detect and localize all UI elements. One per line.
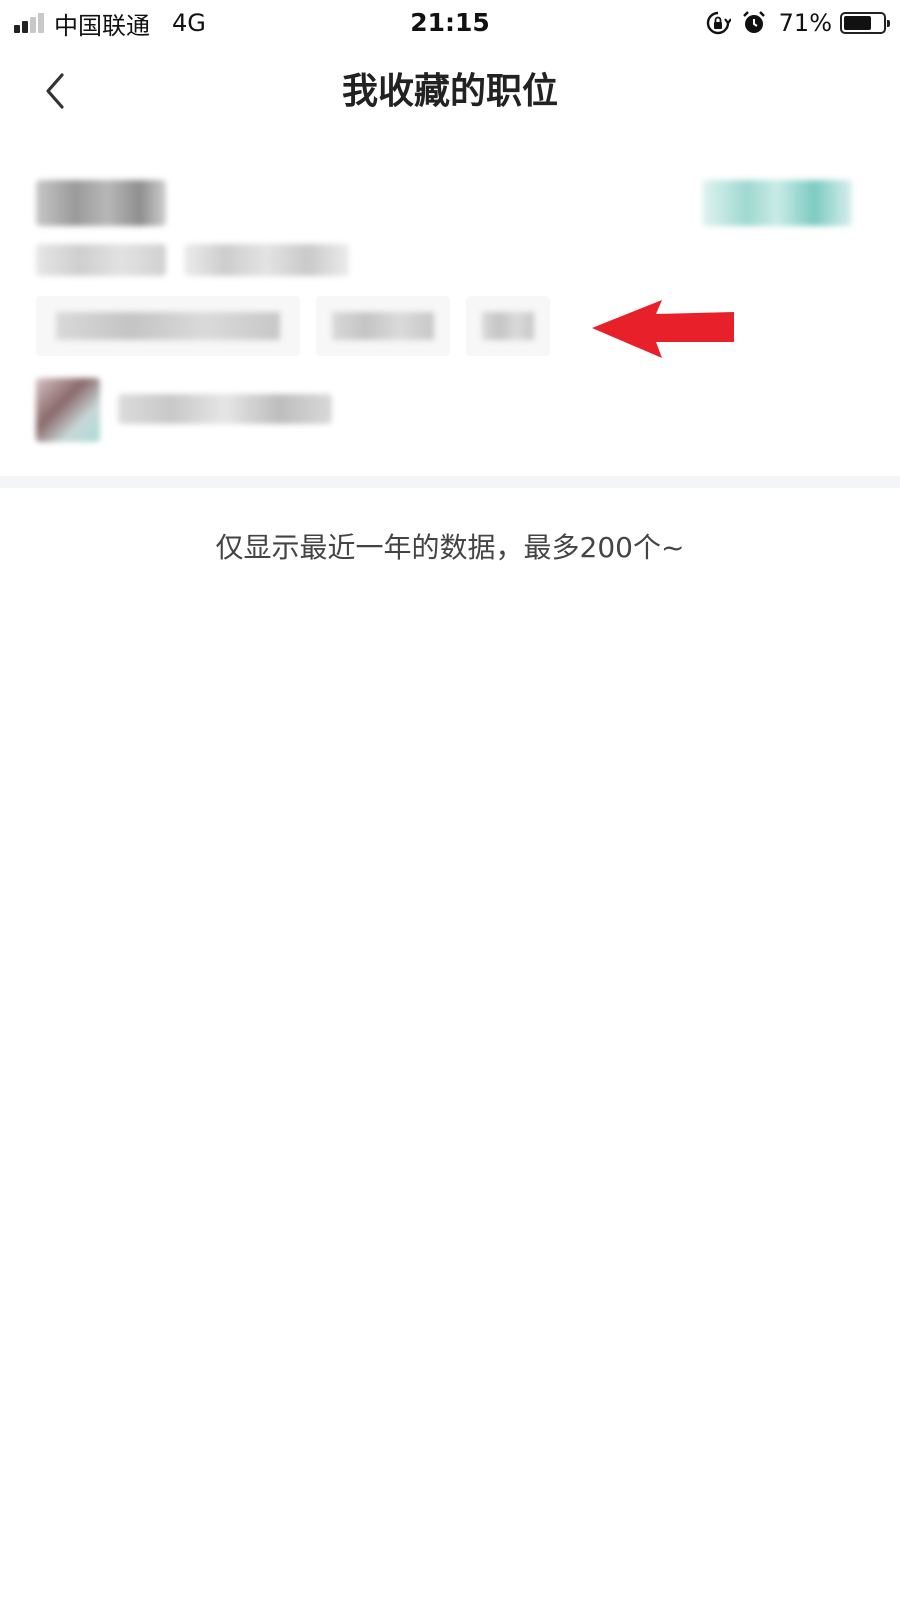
company-name-redacted — [36, 244, 166, 276]
saved-job-card[interactable] — [0, 160, 900, 460]
company-info-redacted — [184, 244, 349, 276]
page-title: 我收藏的职位 — [341, 71, 558, 112]
battery-percent: 71% — [778, 9, 832, 37]
section-divider — [0, 476, 900, 488]
status-bar: 中国联通 4G 21:15 71% — [0, 0, 900, 46]
alarm-icon — [742, 11, 765, 33]
job-tag-redacted — [316, 296, 450, 356]
recruiter-name-redacted — [118, 394, 332, 424]
battery-cap — [887, 20, 890, 27]
rotation-lock-icon — [706, 11, 731, 35]
red-arrow-left-icon — [592, 300, 734, 358]
job-tag-redacted — [466, 296, 550, 356]
job-tag-redacted — [36, 296, 300, 356]
battery-fill — [844, 16, 871, 30]
nav-bar: 我收藏的职位 — [0, 46, 900, 138]
list-limit-note: 仅显示最近一年的数据，最多200个~ — [215, 531, 685, 564]
job-salary-redacted — [702, 180, 852, 226]
status-right: 71% — [695, 6, 890, 40]
job-title-redacted — [36, 180, 166, 226]
battery-icon — [840, 12, 890, 34]
recruiter-avatar-redacted — [36, 378, 100, 442]
